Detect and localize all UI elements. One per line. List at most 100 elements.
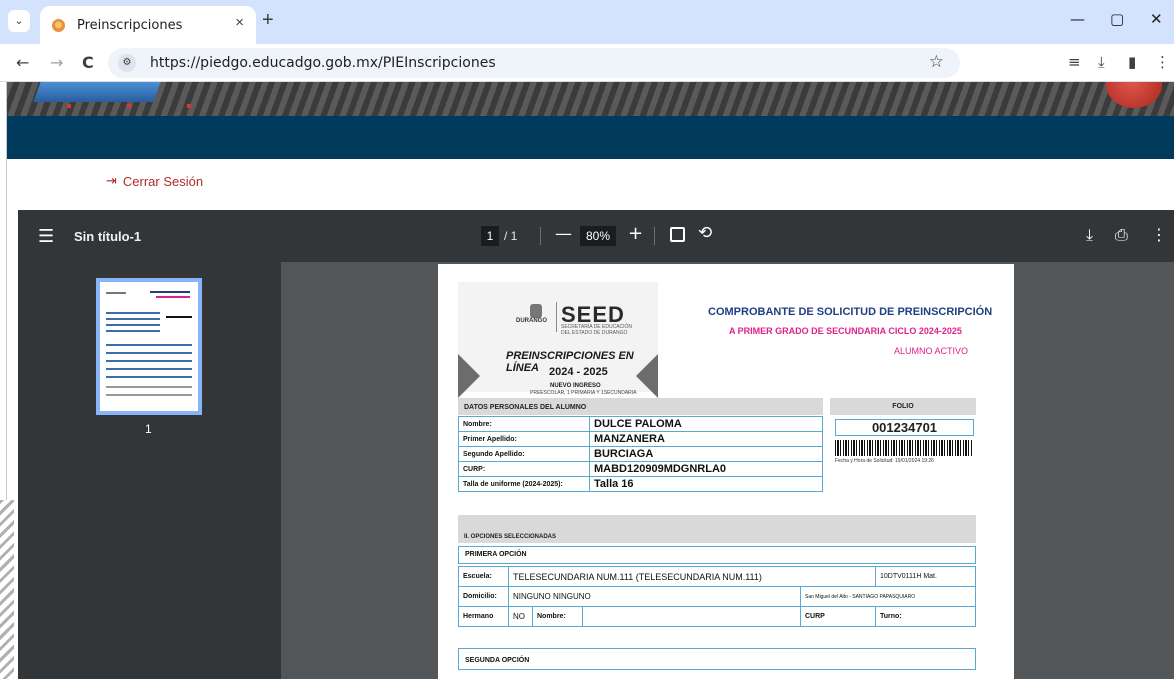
preinscripciones-logo: DURANGO SEED SECRETARÍA DE EDUCACIÓN DEL… <box>458 282 658 398</box>
durango-seal-icon <box>530 304 542 318</box>
address-bar[interactable]: ⚙ https://piedgo.educadgo.gob.mx/PIEInsc… <box>108 48 960 78</box>
hamburger-menu-icon[interactable]: ☰ <box>38 226 54 247</box>
field-label: Primer Apellido: <box>458 431 590 447</box>
reading-list-icon[interactable]: ≡ <box>1068 53 1081 71</box>
thumbnail-table-line <box>106 344 192 346</box>
school-label: Escuela: <box>458 566 509 587</box>
page-thumbnail[interactable] <box>96 278 202 415</box>
thumbnail-table-line <box>106 368 192 370</box>
field-label: CURP: <box>458 461 590 477</box>
thumbnail-table-line <box>106 330 160 332</box>
thumbnail-barcode <box>166 316 192 318</box>
personal-data-heading: DATOS PERSONALES DEL ALUMNO <box>458 398 823 415</box>
thumbnail-subtitle-line <box>156 296 190 298</box>
pdf-viewer: ☰ Sin título-1 1 / 1 — 80% + ⟲ ⤓ ⎙ ⋮ 1 D… <box>18 210 1174 679</box>
table-row: Talla de uniforme (2024-2025): Talla 16 <box>458 476 823 492</box>
document-subtitle: A PRIMER GRADO DE SECUNDARIA CICLO 2024-… <box>729 326 962 336</box>
rotate-icon[interactable]: ⟲ <box>698 223 712 243</box>
thumbnail-text-line <box>106 386 192 388</box>
request-date: Fecha y Hora de Solicitud: 19/01/2024 19… <box>835 458 934 464</box>
thumbnail-title-line <box>150 291 190 293</box>
toolbar-divider <box>540 227 541 245</box>
address-label: Domicilio: <box>458 586 509 607</box>
second-option-heading: SEGUNDA OPCIÓN <box>458 648 976 670</box>
pdf-toolbar: ☰ Sin título-1 1 / 1 — 80% + ⟲ ⤓ ⎙ ⋮ <box>18 210 1174 262</box>
table-row: Primer Apellido: MANZANERA <box>458 431 823 447</box>
logout-link[interactable]: ⇥ Cerrar Sesión <box>106 174 203 189</box>
thumbnail-table-line <box>106 376 192 378</box>
thumbnail-page-number: 1 <box>145 422 152 436</box>
thumbnail-table-line <box>106 318 160 320</box>
field-value: MANZANERA <box>589 431 823 447</box>
close-window-button[interactable]: ✕ <box>1150 10 1163 28</box>
table-row: Segundo Apellido: BURCIAGA <box>458 446 823 462</box>
star-icon[interactable]: ☆ <box>929 52 944 72</box>
maximize-button[interactable]: ▢ <box>1110 10 1124 28</box>
pdf-download-icon[interactable]: ⤓ <box>1086 225 1093 245</box>
print-icon[interactable]: ⎙ <box>1115 225 1128 245</box>
banner-apple-image <box>1106 82 1162 108</box>
field-value: MABD120909MDGNRLA0 <box>589 461 823 477</box>
page-total: / 1 <box>504 229 518 243</box>
sibling-value: NO <box>508 606 533 627</box>
toolbar-divider <box>654 227 655 245</box>
reload-button[interactable]: C <box>82 53 94 72</box>
menu-icon[interactable]: ⋮ <box>1155 53 1170 71</box>
field-value: Talla 16 <box>589 476 823 492</box>
turno-label: Turno: <box>875 606 976 627</box>
pdf-page: DURANGO SEED SECRETARÍA DE EDUCACIÓN DEL… <box>438 264 1014 679</box>
site-settings-icon[interactable]: ⚙ <box>118 54 136 72</box>
table-row: CURP: MABD120909MDGNRLA0 <box>458 461 823 477</box>
tab-search-button[interactable]: ⌄ <box>8 10 30 32</box>
sibling-name-value <box>582 606 801 627</box>
first-option-heading: PRIMERA OPCIÓN <box>458 546 976 564</box>
personal-data-table: Nombre: DULCE PALOMA Primer Apellido: MA… <box>458 416 823 492</box>
minimize-button[interactable]: — <box>1070 10 1085 28</box>
barcode <box>835 440 973 456</box>
url-text[interactable]: https://piedgo.educadgo.gob.mx/PIEInscri… <box>150 55 496 71</box>
logo-niveles: PREESCOLAR, 1 PRIMARIA Y 1SECUNDARIA <box>530 390 637 396</box>
folio-number: 001234701 <box>835 419 974 436</box>
thumbnail-table-line <box>106 352 192 354</box>
logo-chevron-left <box>458 354 480 398</box>
thumbnail-text-line <box>106 394 192 396</box>
folio-heading: FOLIO <box>830 398 976 415</box>
fit-to-page-icon[interactable] <box>670 227 685 242</box>
forward-button[interactable]: → <box>50 53 63 72</box>
thumbnail-table-line <box>106 312 160 314</box>
tab-title: Preinscripciones <box>77 18 183 33</box>
sibling-label: Hermano <box>458 606 509 627</box>
field-value: DULCE PALOMA <box>589 416 823 432</box>
logout-icon: ⇥ <box>106 174 117 189</box>
tab-close-icon[interactable]: × <box>235 14 244 31</box>
logo-years: 2024 - 2025 <box>549 366 608 378</box>
thumbnail-table-line <box>106 324 160 326</box>
download-icon[interactable]: ⤓ <box>1098 53 1105 71</box>
school-value: TELESECUNDARIA NUM.111 (TELESECUNDARIA N… <box>508 566 876 587</box>
sibling-name-label: Nombre: <box>532 606 583 627</box>
table-row: Domicilio: NINGUNO NINGUNO San Miguel de… <box>458 586 976 607</box>
browser-toolbar: ← → C ⚙ https://piedgo.educadgo.gob.mx/P… <box>0 44 1174 82</box>
first-option-table: Escuela: TELESECUNDARIA NUM.111 (TELESEC… <box>458 566 976 627</box>
logo-nuevo-ingreso: NUEVO INGRESO <box>550 383 601 389</box>
locality-value: San Miguel del Alto - SANTIAGO PAPASQUIA… <box>800 586 976 607</box>
new-tab-button[interactable]: + <box>262 10 274 30</box>
student-status: ALUMNO ACTIVO <box>894 346 969 356</box>
tab-strip: ⌄ Preinscripciones × + — ▢ ✕ <box>0 0 1174 44</box>
zoom-input[interactable]: 80% <box>580 226 616 246</box>
back-button[interactable]: ← <box>16 53 29 72</box>
favicon-icon <box>52 19 65 32</box>
side-panel-icon[interactable]: ▮ <box>1128 53 1136 71</box>
curp-label: CURP <box>800 606 876 627</box>
navigation-bar <box>7 116 1174 159</box>
tab-preinscripciones[interactable]: Preinscripciones × <box>40 6 256 44</box>
field-label: Segundo Apellido: <box>458 446 590 462</box>
table-row: Nombre: DULCE PALOMA <box>458 416 823 432</box>
zoom-out-button[interactable]: — <box>555 224 572 244</box>
page-number-input[interactable]: 1 <box>481 226 499 246</box>
thumbnail-logo <box>106 292 126 294</box>
school-key: 10DTV0111H Mat. <box>875 566 976 587</box>
logo-divider <box>556 302 557 332</box>
more-options-icon[interactable]: ⋮ <box>1151 225 1167 244</box>
zoom-in-button[interactable]: + <box>628 223 643 244</box>
